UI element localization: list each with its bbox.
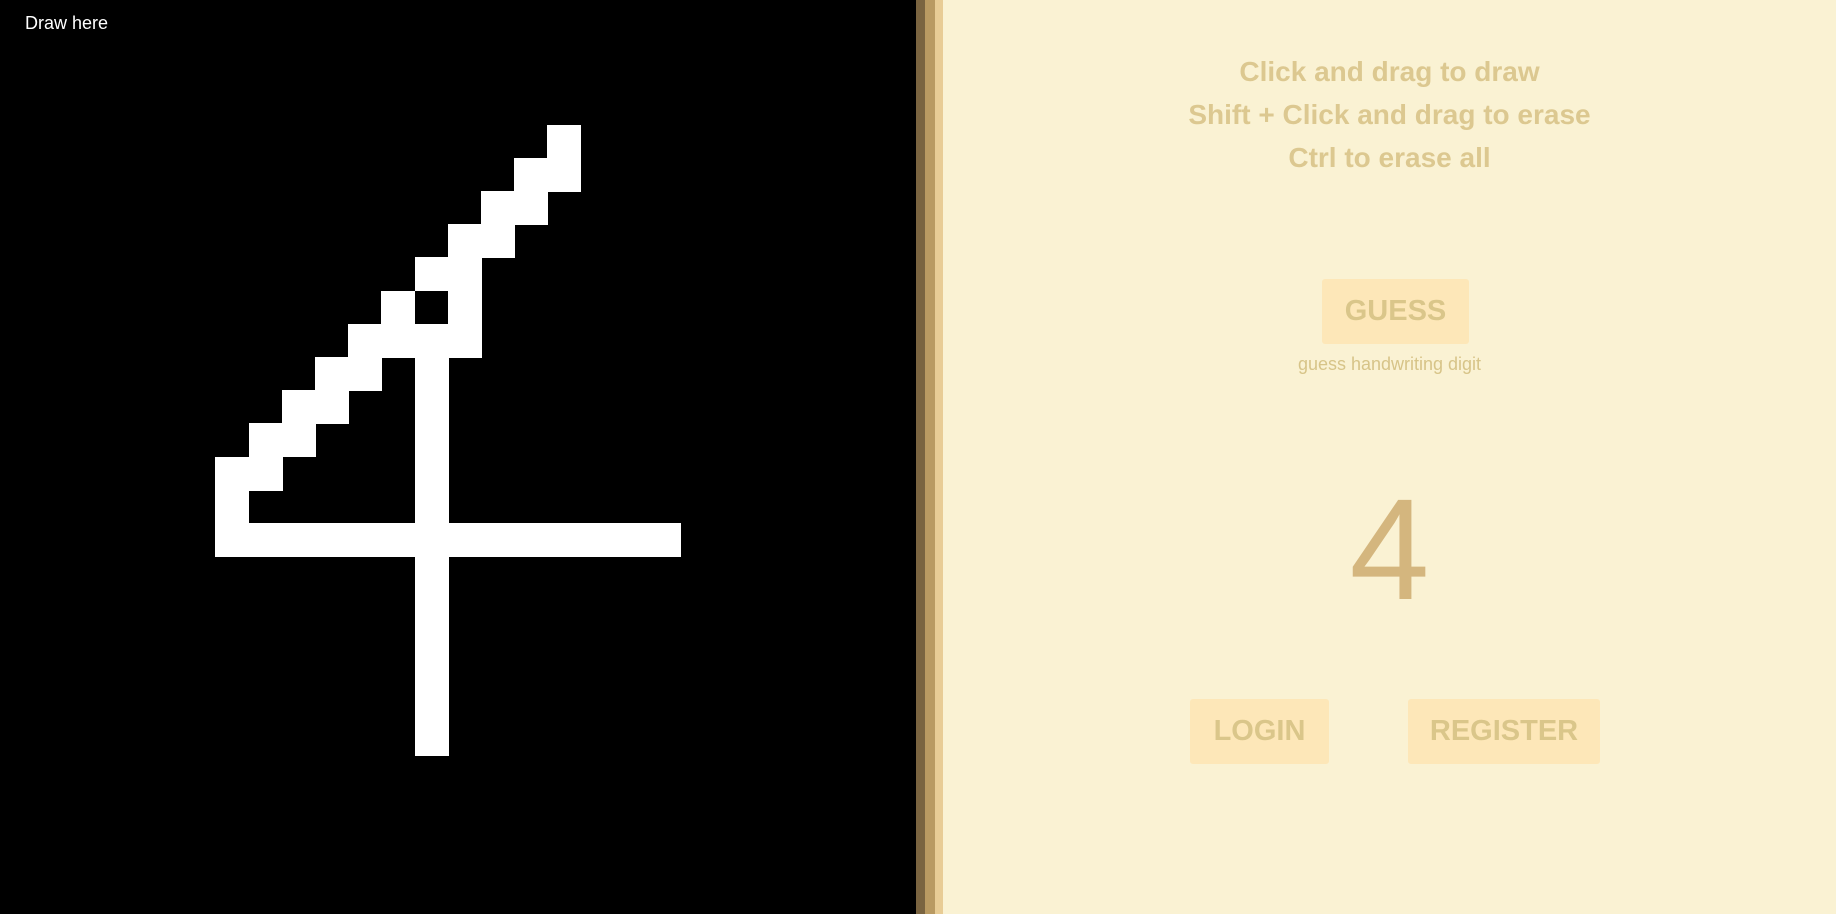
drawn-pixel	[215, 457, 249, 491]
login-button[interactable]: LOGIN	[1190, 699, 1329, 764]
drawn-pixel	[315, 357, 349, 391]
drawn-pixel	[448, 291, 482, 325]
drawn-pixel	[315, 523, 349, 557]
drawn-pixel	[415, 722, 449, 756]
drawn-pixel	[415, 556, 449, 590]
drawn-pixel	[348, 523, 382, 557]
drawn-pixel	[514, 158, 548, 192]
drawn-pixel	[381, 324, 415, 358]
drawn-pixel	[381, 291, 415, 325]
control-panel: Click and drag to draw Shift + Click and…	[943, 0, 1836, 914]
drawn-pixel	[282, 423, 316, 457]
instruction-erase-all: Ctrl to erase all	[1288, 142, 1491, 173]
drawn-pixel	[481, 224, 515, 258]
drawn-pixel	[415, 689, 449, 723]
drawn-pixel	[415, 623, 449, 657]
drawn-pixel	[249, 457, 283, 491]
drawn-pixel	[215, 490, 249, 524]
drawn-pixel	[415, 589, 449, 623]
drawn-pixel	[215, 523, 249, 557]
drawn-pixel	[348, 357, 382, 391]
drawn-pixel	[415, 390, 449, 424]
drawn-pixel	[448, 257, 482, 291]
drawn-pixel	[514, 191, 548, 225]
drawing-canvas[interactable]: Draw here	[0, 0, 916, 914]
drawn-pixel	[282, 523, 316, 557]
drawn-pixel	[481, 191, 515, 225]
drawn-pixel	[415, 523, 449, 557]
drawn-pixel	[315, 390, 349, 424]
drawn-pixel	[415, 257, 449, 291]
instruction-erase: Shift + Click and drag to erase	[1188, 99, 1591, 130]
instruction-draw: Click and drag to draw	[1239, 56, 1540, 87]
predicted-digit: 4	[1349, 469, 1430, 630]
drawn-pixel	[249, 423, 283, 457]
drawn-pixel	[448, 523, 482, 557]
app-root: Draw here Click and drag to draw Shift +…	[0, 0, 1836, 914]
guess-caption: guess handwriting digit	[1297, 354, 1482, 374]
drawn-pixel	[547, 523, 581, 557]
drawn-pixel	[547, 125, 581, 159]
drawn-pixel	[249, 523, 283, 557]
canvas-label: Draw here	[25, 13, 109, 33]
drawn-pixel	[614, 523, 648, 557]
drawn-pixel	[448, 224, 482, 258]
panel-divider	[935, 0, 943, 914]
drawn-pixel	[581, 523, 615, 557]
instructions: Click and drag to draw Shift + Click and…	[943, 50, 1836, 179]
drawn-pixel	[415, 656, 449, 690]
guess-button[interactable]: GUESS	[1322, 279, 1469, 344]
drawn-pixel	[348, 324, 382, 358]
drawn-pixel	[448, 324, 482, 358]
drawn-pixel	[282, 390, 316, 424]
drawn-pixel	[547, 158, 581, 192]
drawn-pixel	[415, 324, 449, 358]
panel-divider	[925, 0, 935, 914]
drawn-pixel	[415, 490, 449, 524]
drawn-pixel	[415, 423, 449, 457]
drawn-pixel	[647, 523, 681, 557]
drawn-digit	[0, 0, 916, 914]
drawn-pixel	[415, 457, 449, 491]
drawn-pixel	[481, 523, 515, 557]
drawn-pixel	[415, 357, 449, 391]
register-button[interactable]: REGISTER	[1408, 699, 1600, 764]
panel-divider	[916, 0, 925, 914]
drawn-pixel	[381, 523, 415, 557]
drawn-pixel	[514, 523, 548, 557]
